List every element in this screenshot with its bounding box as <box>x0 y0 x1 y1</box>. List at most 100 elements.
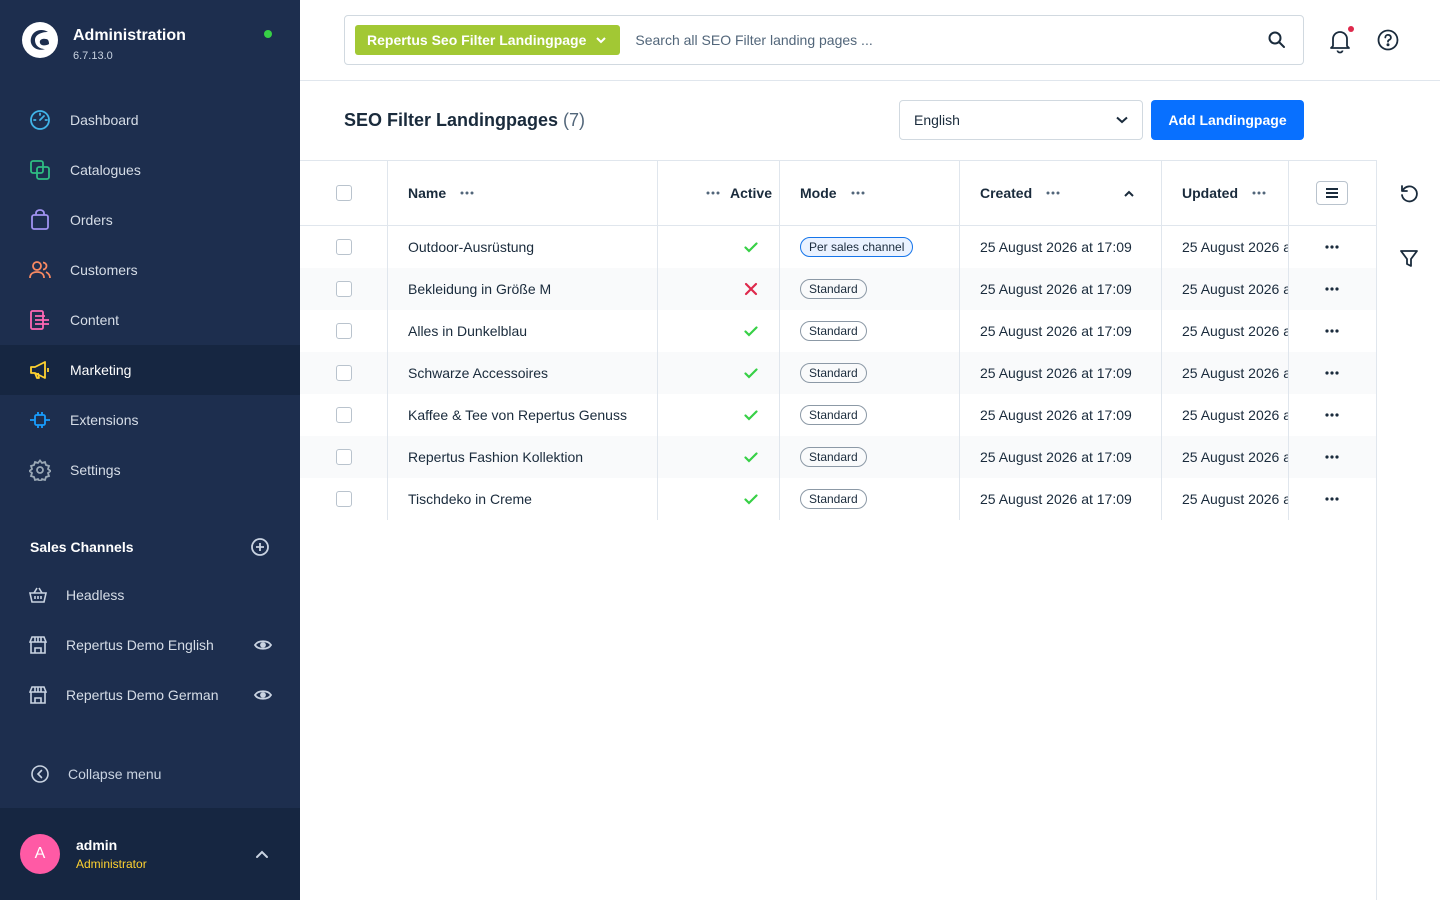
sales-channel-repertus-demo-german[interactable]: Repertus Demo German <box>0 670 300 720</box>
cell-name[interactable]: Kaffee & Tee von Repertus Genuss <box>408 394 648 436</box>
check-icon <box>744 451 758 463</box>
check-icon <box>744 325 758 337</box>
table-row[interactable]: Repertus Fashion Kollektion Standard 25 Au… <box>300 436 1376 478</box>
nav-label: Marketing <box>70 362 132 378</box>
row-checkbox[interactable] <box>336 449 352 465</box>
nav-item-extensions[interactable]: Extensions <box>0 395 300 445</box>
column-options-icon[interactable] <box>706 191 720 195</box>
cell-actions <box>1325 478 1339 520</box>
add-landingpage-button[interactable]: Add Landingpage <box>1151 100 1304 140</box>
storefront-icon <box>28 633 48 657</box>
column-created-label: Created <box>980 185 1033 201</box>
cell-created: 25 August 2026 at 17:09 <box>980 323 1132 339</box>
row-actions-button[interactable] <box>1325 413 1339 417</box>
cell-active <box>692 394 758 436</box>
cell-active <box>692 226 758 268</box>
notification-bell-icon[interactable] <box>1327 28 1353 54</box>
filter-icon[interactable] <box>1399 248 1419 268</box>
table-row[interactable]: Alles in Dunkelblau Standard 25 August 202… <box>300 310 1376 352</box>
row-actions-button[interactable] <box>1325 371 1339 375</box>
cell-name[interactable]: Alles in Dunkelblau <box>408 310 648 352</box>
cell-created: 25 August 2026 at 17:09 <box>980 281 1132 297</box>
search-icon[interactable] <box>1267 30 1287 50</box>
row-checkbox[interactable] <box>336 239 352 255</box>
chevron-down-icon <box>596 36 607 43</box>
search-input[interactable] <box>635 16 1267 64</box>
search-type-dropdown[interactable]: Repertus Seo Filter Landingpage <box>355 25 621 55</box>
nav-label: Extensions <box>70 412 139 428</box>
nav-item-dashboard[interactable]: Dashboard <box>0 95 300 145</box>
row-checkbox[interactable] <box>336 407 352 423</box>
sales-channels-header: Sales Channels <box>30 537 270 557</box>
nav-item-customers[interactable]: Customers <box>0 245 300 295</box>
sales-channel-label: Headless <box>66 587 125 603</box>
cell-name[interactable]: Outdoor-Ausrüstung <box>408 226 648 268</box>
row-checkbox[interactable] <box>336 365 352 381</box>
column-header-mode[interactable]: Mode <box>800 161 940 225</box>
cell-name[interactable]: Bekleidung in Größe M <box>408 268 648 310</box>
row-actions-button[interactable] <box>1325 287 1339 291</box>
avatar[interactable]: A <box>20 834 60 874</box>
page-title-count: (7) <box>563 110 586 130</box>
column-header-updated[interactable]: Updated <box>1182 161 1288 225</box>
collapse-menu-button[interactable]: Collapse menu <box>30 764 161 784</box>
mode-badge: Standard <box>800 363 867 383</box>
sidebar-actions-rail <box>1376 160 1440 900</box>
column-settings-button[interactable] <box>1316 181 1348 205</box>
refresh-icon[interactable] <box>1399 184 1419 204</box>
page-title: SEO Filter Landingpages (7) <box>344 110 585 131</box>
column-options-icon[interactable] <box>851 191 865 195</box>
search-bar: Repertus Seo Filter Landingpage <box>344 15 1304 65</box>
column-options-icon[interactable] <box>1046 191 1060 195</box>
column-options-icon[interactable] <box>460 191 474 195</box>
cell-name[interactable]: Repertus Fashion Kollektion <box>408 436 648 478</box>
column-active-label: Active <box>729 185 772 201</box>
mode-badge: Standard <box>800 489 867 509</box>
column-settings-cell <box>1316 161 1348 225</box>
nav-item-orders[interactable]: Orders <box>0 195 300 245</box>
row-actions-button[interactable] <box>1325 455 1339 459</box>
column-mode-label: Mode <box>800 185 837 201</box>
table-row[interactable]: Bekleidung in Größe M Standard 25 August 2… <box>300 268 1376 310</box>
add-sales-channel-icon[interactable] <box>250 537 270 557</box>
eye-icon[interactable] <box>254 689 272 701</box>
row-checkbox[interactable] <box>336 323 352 339</box>
column-header-active[interactable]: Active <box>692 161 772 225</box>
nav-item-marketing[interactable]: Marketing <box>0 345 300 395</box>
cell-name[interactable]: Schwarze Accessoires <box>408 352 648 394</box>
column-options-icon[interactable] <box>1252 191 1266 195</box>
row-checkbox[interactable] <box>336 281 352 297</box>
basket-icon <box>28 583 48 607</box>
nav-label: Orders <box>70 212 113 228</box>
cell-active <box>692 352 758 394</box>
column-header-name[interactable]: Name <box>408 161 648 225</box>
mode-badge: Per sales channel <box>800 237 914 257</box>
grid-header: Name Active Mode Created Updated <box>300 161 1376 226</box>
language-select[interactable]: English <box>899 100 1143 140</box>
column-header-created[interactable]: Created <box>980 161 1140 225</box>
row-actions-button[interactable] <box>1325 245 1339 249</box>
sort-ascending-icon[interactable] <box>1124 190 1134 197</box>
row-actions-button[interactable] <box>1325 497 1339 501</box>
row-checkbox[interactable] <box>336 491 352 507</box>
cell-name[interactable]: Tischdeko in Creme <box>408 478 648 520</box>
row-actions-button[interactable] <box>1325 329 1339 333</box>
eye-icon[interactable] <box>254 639 272 651</box>
more-actions-icon <box>1325 245 1339 249</box>
nav-item-settings[interactable]: Settings <box>0 445 300 495</box>
help-icon[interactable] <box>1377 29 1399 51</box>
chevron-up-icon[interactable] <box>252 849 272 859</box>
cell-updated: 25 August 2026 at 17:09 <box>1182 449 1288 465</box>
table-row[interactable]: Tischdeko in Creme Standard 25 August 2026… <box>300 478 1376 520</box>
cross-icon <box>744 282 758 296</box>
select-all-checkbox[interactable] <box>336 185 352 201</box>
nav-item-content[interactable]: Content <box>0 295 300 345</box>
mode-badge: Standard <box>800 321 867 341</box>
marketing-icon <box>28 358 52 382</box>
table-row[interactable]: Schwarze Accessoires Standard 25 August 20… <box>300 352 1376 394</box>
sales-channel-headless[interactable]: Headless <box>0 570 300 620</box>
sales-channel-repertus-demo-english[interactable]: Repertus Demo English <box>0 620 300 670</box>
nav-item-catalogues[interactable]: Catalogues <box>0 145 300 195</box>
table-row[interactable]: Outdoor-Ausrüstung Per sales channel 25 Au… <box>300 226 1376 268</box>
table-row[interactable]: Kaffee & Tee von Repertus Genuss Standard… <box>300 394 1376 436</box>
